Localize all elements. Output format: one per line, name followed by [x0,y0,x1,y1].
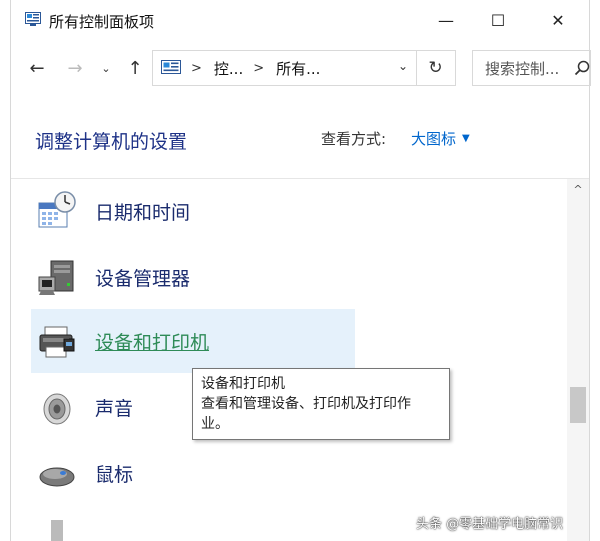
printer-icon [39,326,75,358]
breadcrumb-all-items[interactable]: 所有... [276,58,320,79]
scroll-up-icon[interactable]: ^ [567,183,589,199]
item-label: 声音 [95,397,134,420]
title-bar: 所有控制面板项 — ☐ ✕ [11,0,589,40]
tooltip-title: 设备和打印机 [201,376,285,392]
maximize-button[interactable]: ☐ [475,0,521,40]
item-label: 设备和打印机 [95,331,210,354]
minimize-button[interactable]: — [423,0,469,40]
arrow-up-icon: ↑ [127,57,143,79]
refresh-button[interactable]: ↻ [416,50,456,86]
speaker-icon [43,393,71,425]
vertical-scrollbar[interactable]: ^ [567,179,589,541]
chevron-down-icon: ⌄ [101,61,111,75]
page-title: 调整计算机的设置 [35,131,188,153]
scroll-thumb[interactable] [570,387,586,423]
breadcrumb-control-panel[interactable]: 控... [214,58,243,79]
arrow-right-icon: → [67,57,83,79]
caret-down-icon: ▼ [462,133,470,144]
maximize-icon: ☐ [490,10,506,30]
item-next-partial[interactable] [31,515,355,541]
partial-item-icon [51,520,63,541]
item-mouse[interactable]: 鼠标 [31,441,355,505]
breadcrumb-separator: > [191,60,202,76]
recent-locations-button[interactable]: ⌄ [97,54,115,82]
control-panel-window: 所有控制面板项 — ☐ ✕ ← → ⌄ ↑ > 控... > 所有... ⌄ ↻… [10,0,591,541]
control-panel-icon [161,60,181,74]
close-button[interactable]: ✕ [535,0,581,40]
tooltip-description-line2: 业。 [201,416,229,432]
item-label: 日期和时间 [95,201,191,224]
window-title: 所有控制面板项 [49,13,155,31]
forward-button[interactable]: → [61,54,89,82]
tooltip-description-line1: 查看和管理设备、打印机及打印作 [201,396,411,412]
arrow-left-icon: ← [29,57,45,79]
device-manager-icon [38,260,74,295]
navigation-bar: ← → ⌄ ↑ > 控... > 所有... ⌄ ↻ 搜索控制... [11,44,591,92]
chevron-down-icon[interactable]: ⌄ [398,59,408,73]
search-input[interactable]: 搜索控制... [485,58,559,79]
view-by-label: 查看方式: [321,130,387,148]
close-icon: ✕ [551,10,565,30]
refresh-icon: ↻ [428,58,443,78]
search-box[interactable]: 搜索控制... [472,50,591,86]
item-tooltip: 设备和打印机 查看和管理设备、打印机及打印作 业。 [192,368,450,440]
item-label: 设备管理器 [95,267,191,290]
mouse-icon [39,467,75,487]
view-by-value: 大图标 [411,130,457,148]
control-panel-items: 日期和时间 设备管理器 设备和打印机 声音 鼠标 [11,179,567,541]
address-bar[interactable]: > 控... > 所有... ⌄ [152,50,417,86]
item-device-manager[interactable]: 设备管理器 [31,245,355,309]
item-devices-printers[interactable]: 设备和打印机 [31,309,355,373]
watermark: 头条 @零基础学电脑常识 [416,517,564,532]
minimize-icon: — [438,10,454,30]
view-by-dropdown[interactable]: 大图标 ▼ [411,128,470,149]
item-label: 鼠标 [95,463,134,486]
up-button[interactable]: ↑ [121,54,149,82]
breadcrumb-separator: > [253,60,265,76]
calendar-clock-icon [38,191,76,228]
search-icon [574,60,590,76]
control-panel-icon [25,12,41,26]
item-date-time[interactable]: 日期和时间 [31,179,355,243]
back-button[interactable]: ← [23,54,51,82]
